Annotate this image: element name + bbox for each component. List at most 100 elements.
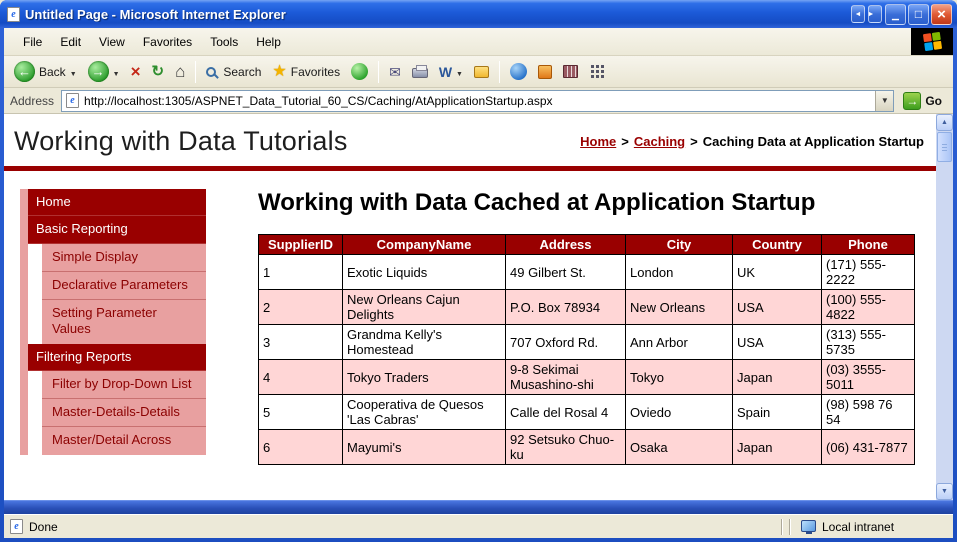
search-button[interactable]: Search bbox=[201, 63, 266, 81]
table-cell: USA bbox=[733, 325, 822, 360]
maximize-button[interactable] bbox=[908, 4, 929, 25]
discuss-icon bbox=[474, 66, 489, 78]
edit-dropdown-icon[interactable] bbox=[456, 65, 463, 79]
menu-item-file[interactable]: File bbox=[14, 32, 51, 52]
sidebar-item-setting-parameter-values[interactable]: Setting Parameter Values bbox=[42, 299, 206, 344]
scroll-up-button[interactable] bbox=[936, 114, 953, 131]
menu-item-help[interactable]: Help bbox=[247, 32, 290, 52]
favorites-star-icon bbox=[272, 64, 286, 80]
table-cell: Mayumi's bbox=[343, 430, 506, 465]
page-title: Working with Data Cached at Application … bbox=[258, 189, 838, 217]
table-cell: (03) 3555-5011 bbox=[822, 360, 915, 395]
messenger-icon bbox=[510, 63, 527, 80]
address-bar: Address http://localhost:1305/ASPNET_Dat… bbox=[4, 88, 953, 114]
minimize-button[interactable] bbox=[885, 4, 906, 25]
column-header: Phone bbox=[822, 235, 915, 255]
address-input[interactable]: http://localhost:1305/ASPNET_Data_Tutori… bbox=[61, 90, 894, 112]
menu-item-tools[interactable]: Tools bbox=[201, 32, 247, 52]
menu-item-view[interactable]: View bbox=[90, 32, 134, 52]
address-label: Address bbox=[10, 94, 54, 108]
stop-icon bbox=[131, 63, 141, 80]
stop-button[interactable] bbox=[126, 61, 146, 82]
menu-item-favorites[interactable]: Favorites bbox=[134, 32, 201, 52]
sidebar-item-filter-by-drop-down-list[interactable]: Filter by Drop-Down List bbox=[42, 371, 206, 398]
discuss-button[interactable] bbox=[469, 64, 494, 80]
media-button[interactable] bbox=[346, 61, 373, 82]
home-icon bbox=[175, 63, 185, 80]
sidebar-item-filtering-reports[interactable]: Filtering Reports bbox=[28, 344, 206, 371]
print-icon bbox=[412, 68, 428, 78]
breadcrumb-separator: > bbox=[690, 134, 698, 149]
search-label: Search bbox=[223, 65, 261, 79]
mail-button[interactable] bbox=[384, 63, 406, 81]
web-page: Working with Data Tutorials Home > Cachi… bbox=[4, 114, 936, 500]
breadcrumb-link-home[interactable]: Home bbox=[580, 134, 616, 149]
sidebar-item-master-details-details[interactable]: Master-Details-Details bbox=[42, 398, 206, 426]
menu-item-edit[interactable]: Edit bbox=[51, 32, 90, 52]
breadcrumb-separator: > bbox=[621, 134, 629, 149]
refresh-button[interactable] bbox=[147, 62, 170, 81]
building-icon bbox=[563, 65, 578, 78]
print-button[interactable] bbox=[407, 63, 433, 80]
research-icon bbox=[538, 65, 552, 79]
table-cell: New Orleans Cajun Delights bbox=[343, 290, 506, 325]
mail-icon bbox=[389, 65, 401, 79]
research-button[interactable] bbox=[533, 63, 557, 81]
table-cell: (06) 431-7877 bbox=[822, 430, 915, 465]
pane-left-button[interactable] bbox=[851, 5, 865, 23]
breadcrumb: Home > Caching > Caching Data at Applica… bbox=[580, 134, 924, 149]
back-button[interactable]: Back bbox=[9, 59, 82, 84]
table-cell: 4 bbox=[259, 360, 343, 395]
window-controls bbox=[851, 4, 952, 25]
back-icon bbox=[14, 61, 35, 82]
column-header: Country bbox=[733, 235, 822, 255]
page-icon bbox=[66, 93, 79, 108]
media-icon bbox=[351, 63, 368, 80]
sites-button[interactable] bbox=[558, 63, 583, 80]
sidebar-item-basic-reporting[interactable]: Basic Reporting bbox=[28, 216, 206, 243]
quick-links-button[interactable] bbox=[584, 63, 611, 80]
messenger-button[interactable] bbox=[505, 61, 532, 82]
horizontal-scrollbar[interactable] bbox=[4, 500, 953, 514]
vertical-scrollbar[interactable] bbox=[936, 114, 953, 500]
breadcrumb-link-caching[interactable]: Caching bbox=[634, 134, 685, 149]
column-header: SupplierID bbox=[259, 235, 343, 255]
pane-right-button[interactable] bbox=[868, 5, 882, 23]
sidebar-item-master-detail-across[interactable]: Master/Detail Across bbox=[42, 426, 206, 454]
table-cell: Spain bbox=[733, 395, 822, 430]
table-cell: Ann Arbor bbox=[626, 325, 733, 360]
suppliers-table-header-row: SupplierIDCompanyNameAddressCityCountryP… bbox=[259, 235, 915, 255]
status-page-icon bbox=[10, 519, 23, 534]
table-cell: Japan bbox=[733, 430, 822, 465]
table-cell: 2 bbox=[259, 290, 343, 325]
forward-dropdown-icon[interactable] bbox=[113, 65, 120, 79]
sidebar-item-simple-display[interactable]: Simple Display bbox=[42, 244, 206, 271]
sidebar-item-declarative-parameters[interactable]: Declarative Parameters bbox=[42, 271, 206, 299]
scrollbar-thumb[interactable] bbox=[937, 132, 952, 162]
suppliers-table: SupplierIDCompanyNameAddressCityCountryP… bbox=[258, 234, 915, 465]
address-url[interactable]: http://localhost:1305/ASPNET_Data_Tutori… bbox=[84, 94, 870, 108]
titlebar[interactable]: Untitled Page - Microsoft Internet Explo… bbox=[0, 0, 957, 28]
forward-button[interactable] bbox=[83, 59, 125, 84]
table-row: 5Cooperativa de Quesos 'Las Cabras'Calle… bbox=[259, 395, 915, 430]
close-button[interactable] bbox=[931, 4, 952, 25]
table-cell: 3 bbox=[259, 325, 343, 360]
table-cell: Osaka bbox=[626, 430, 733, 465]
favorites-button[interactable]: Favorites bbox=[267, 62, 345, 82]
go-button[interactable]: Go bbox=[901, 91, 947, 111]
window-body: File Edit View Favorites Tools Help Back bbox=[4, 28, 953, 538]
back-dropdown-icon[interactable] bbox=[70, 65, 77, 79]
table-cell: 1 bbox=[259, 255, 343, 290]
scroll-down-button[interactable] bbox=[936, 483, 953, 500]
sidebar-item-home[interactable]: Home bbox=[28, 189, 206, 216]
windows-logo-throbber bbox=[911, 28, 953, 55]
table-cell: 92 Setsuko Chuo-ku bbox=[506, 430, 626, 465]
home-button[interactable] bbox=[170, 61, 190, 82]
search-icon bbox=[206, 67, 216, 77]
edit-with-word-button[interactable] bbox=[434, 63, 468, 81]
address-dropdown-button[interactable] bbox=[875, 91, 893, 111]
table-cell: 5 bbox=[259, 395, 343, 430]
table-row: 1Exotic Liquids49 Gilbert St.LondonUK(17… bbox=[259, 255, 915, 290]
browser-viewport: Working with Data Tutorials Home > Cachi… bbox=[4, 114, 953, 500]
table-cell: (313) 555-5735 bbox=[822, 325, 915, 360]
